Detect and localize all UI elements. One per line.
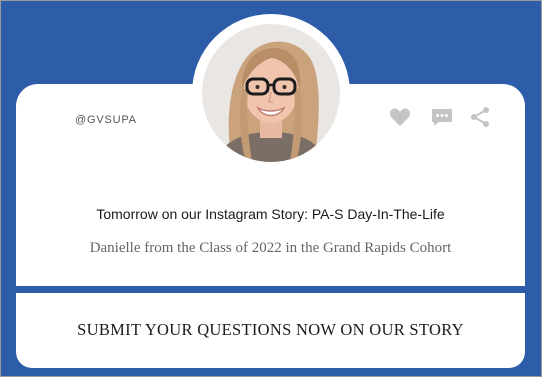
post-headline: Tomorrow on our Instagram Story: PA-S Da… [96,206,445,222]
post-subline: Danielle from the Class of 2022 in the G… [89,240,452,256]
heart-icon[interactable] [388,105,412,129]
cta-text: SUBMIT YOUR QUESTIONS NOW ON OUR STORY [77,320,464,339]
post-actions [388,105,492,129]
share-icon[interactable] [468,105,492,129]
avatar [202,24,340,162]
account-handle[interactable]: @GVSUPA [75,114,137,126]
comment-icon[interactable] [430,105,454,129]
